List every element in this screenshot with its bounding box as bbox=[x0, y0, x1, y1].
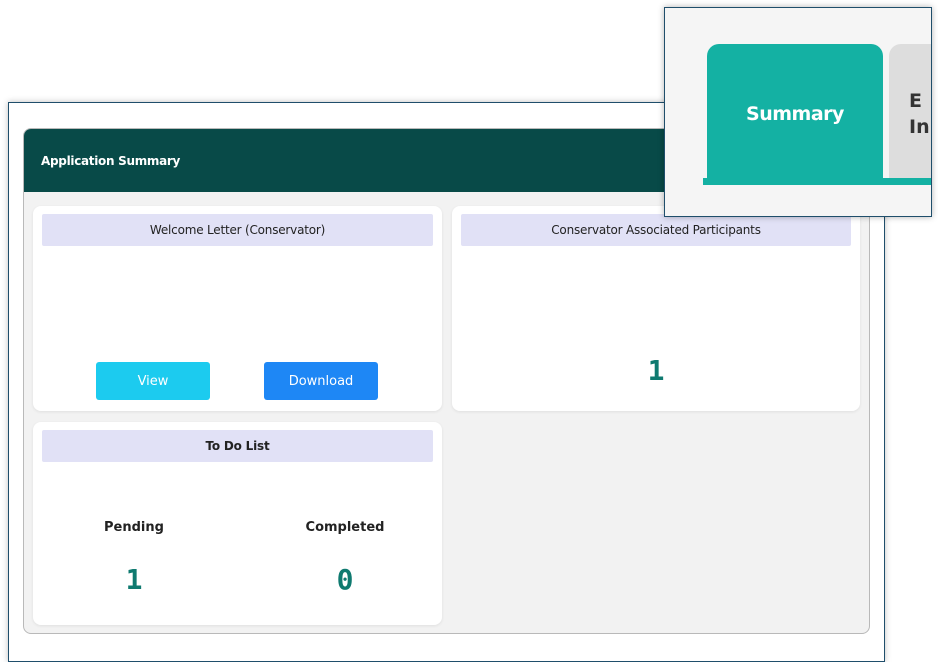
pending-label: Pending bbox=[104, 520, 164, 535]
todo-completed: Completed 0 bbox=[275, 520, 415, 596]
tab-active-underline bbox=[703, 178, 931, 185]
tab-summary-label: Summary bbox=[746, 103, 844, 125]
welcome-letter-title: Welcome Letter (Conservator) bbox=[42, 214, 433, 246]
tab-next-partial[interactable]: E In bbox=[889, 44, 931, 184]
todo-list-card: To Do List Pending 1 Completed 0 bbox=[33, 422, 442, 625]
associated-participants-card: Conservator Associated Participants 1 bbox=[452, 206, 860, 411]
zoomed-tab-inset: Summary E In bbox=[664, 7, 932, 217]
participants-count: 1 bbox=[647, 354, 665, 387]
tab-summary[interactable]: Summary bbox=[707, 44, 883, 184]
welcome-letter-card: Welcome Letter (Conservator) View Downlo… bbox=[33, 206, 442, 411]
tab-next-partial-label: E In bbox=[909, 90, 930, 138]
application-summary-title: Application Summary bbox=[41, 153, 181, 168]
view-button[interactable]: View bbox=[96, 362, 210, 400]
download-button[interactable]: Download bbox=[264, 362, 378, 400]
pending-count: 1 bbox=[125, 563, 143, 596]
todo-pending: Pending 1 bbox=[64, 520, 204, 596]
associated-participants-title: Conservator Associated Participants bbox=[461, 214, 851, 246]
todo-list-title: To Do List bbox=[42, 430, 433, 462]
completed-label: Completed bbox=[305, 520, 385, 535]
completed-count: 0 bbox=[336, 563, 354, 596]
